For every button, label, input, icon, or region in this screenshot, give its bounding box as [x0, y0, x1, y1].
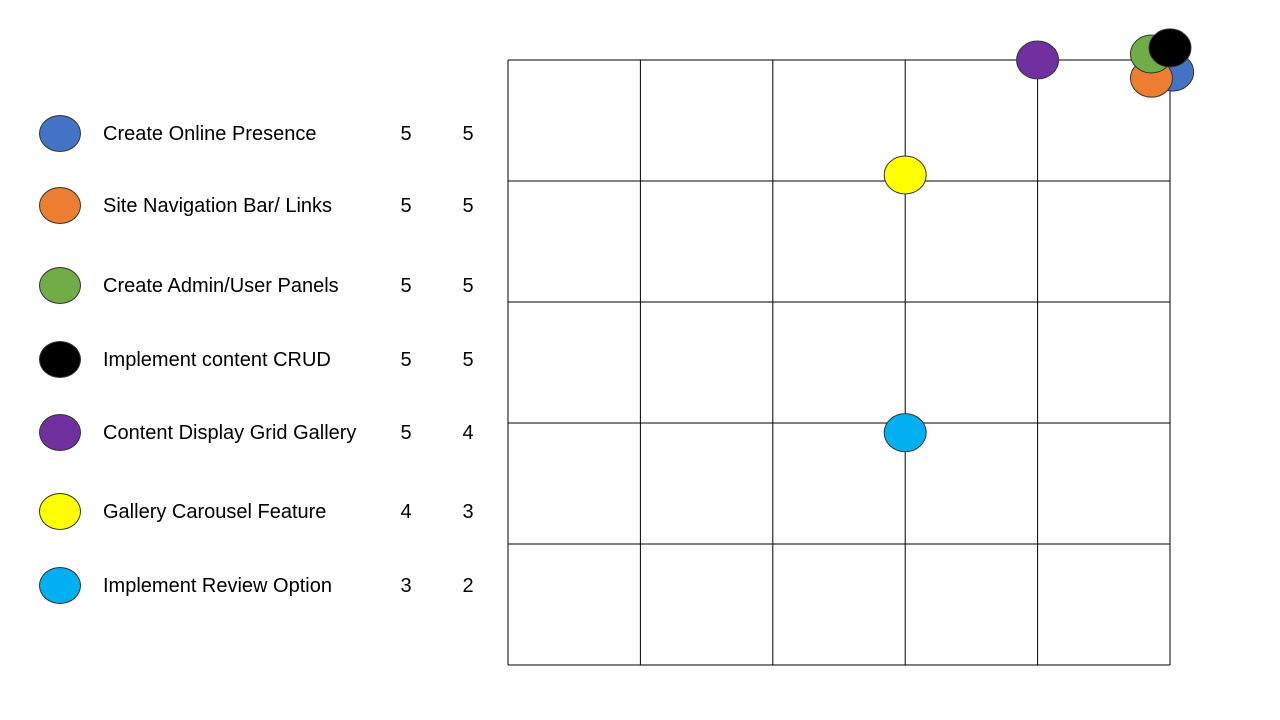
legend-marker: [39, 414, 81, 451]
legend-item: Implement Review Option 3 2: [0, 567, 500, 607]
legend-item: Gallery Carousel Feature 4 3: [0, 493, 500, 533]
legend-value-1: 3: [400, 575, 412, 597]
legend-value-2: 2: [462, 575, 474, 597]
legend-value-2: 5: [462, 195, 474, 217]
legend-value-1: 5: [400, 422, 412, 444]
legend-marker: [39, 187, 81, 224]
legend-item: Create Online Presence 5 5: [0, 115, 500, 155]
legend-value-1: 4: [400, 501, 412, 523]
legend-item: Create Admin/User Panels 5 5: [0, 267, 500, 307]
chart-points: [883, 28, 1195, 453]
legend-value-1: 5: [400, 123, 412, 145]
data-point: [1148, 28, 1192, 68]
legend-item: Site Navigation Bar/ Links 5 5: [0, 187, 500, 227]
legend-marker: [39, 493, 81, 530]
legend-value-2: 5: [462, 349, 474, 371]
legend-label: Gallery Carousel Feature: [103, 501, 327, 523]
legend-value-1: 5: [400, 349, 412, 371]
legend-item: Content Display Grid Gallery 5 4: [0, 414, 500, 454]
legend-value-1: 5: [400, 195, 412, 217]
legend-value-1: 5: [400, 275, 412, 297]
legend-label: Create Online Presence: [103, 123, 317, 145]
legend-marker: [39, 341, 81, 378]
legend-value-2: 3: [462, 501, 474, 523]
legend-item: Implement content CRUD 5 5: [0, 341, 500, 381]
legend-value-2: 5: [462, 275, 474, 297]
legend-label: Implement Review Option: [103, 575, 332, 597]
data-point: [1016, 40, 1060, 80]
legend-marker: [39, 115, 81, 152]
data-point: [883, 155, 927, 195]
legend-label: Site Navigation Bar/ Links: [103, 195, 333, 217]
legend-marker: [39, 267, 81, 304]
chart-grid: [507, 59, 1171, 666]
legend-value-2: 4: [462, 422, 474, 444]
legend-marker: [39, 567, 81, 604]
legend-value-2: 5: [462, 123, 474, 145]
chart-legend: Create Online Presence 5 5 Site Navigation …: [0, 0, 500, 720]
legend-label: Create Admin/User Panels: [103, 275, 339, 297]
legend-label: Implement content CRUD: [103, 349, 331, 371]
data-point: [883, 413, 927, 453]
legend-label: Content Display Grid Gallery: [103, 422, 357, 444]
